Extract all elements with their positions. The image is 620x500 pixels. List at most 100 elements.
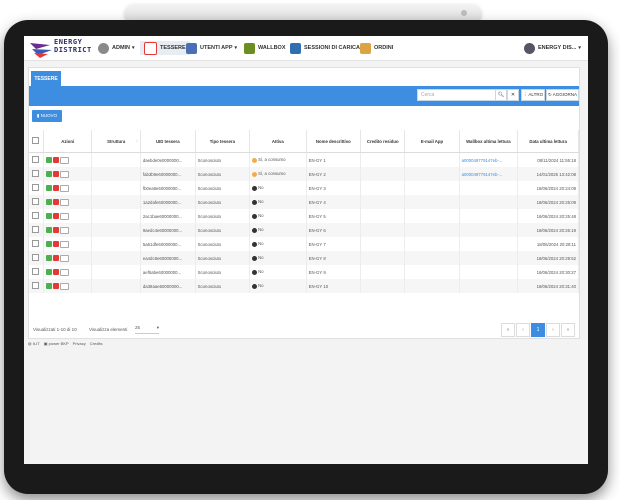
- delete-icon[interactable]: [52, 241, 59, 247]
- row-checkbox[interactable]: [32, 240, 40, 247]
- table-row[interactable]: 9aedc4e60000000... Sconosciuto No EN-GY 6 18…: [29, 223, 579, 237]
- last-page-button[interactable]: »: [561, 323, 575, 337]
- col-attiva[interactable]: Attiva: [249, 130, 307, 153]
- col-struttura[interactable]: Struttura ↓: [91, 130, 141, 153]
- more-actions-dropdown[interactable]: [59, 240, 69, 248]
- edit-icon[interactable]: [45, 255, 52, 261]
- row-checkbox[interactable]: [32, 226, 40, 233]
- delete-icon[interactable]: [52, 213, 59, 219]
- power-selector[interactable]: ▣ power BKP: [44, 341, 69, 346]
- edit-icon[interactable]: [45, 241, 52, 247]
- altro-button[interactable]: ⋮ ALTRO: [521, 89, 545, 101]
- row-checkbox[interactable]: [32, 184, 40, 191]
- row-select-cell[interactable]: [29, 265, 44, 279]
- table-row[interactable]: aef5abe60000000... Sconosciuto No EN-GY 9 18…: [29, 265, 579, 279]
- col-email[interactable]: E-mail App: [404, 130, 460, 153]
- user-menu[interactable]: ENERGY DIS... ▾: [524, 41, 581, 55]
- nav-ordini[interactable]: ORDINI: [360, 41, 393, 55]
- table-row[interactable]: ea4dc8e60000000... Sconosciuto No EN-GY 8 18…: [29, 251, 579, 265]
- row-checkbox[interactable]: [32, 156, 40, 163]
- row-select-cell[interactable]: [29, 223, 44, 237]
- per-page-select[interactable]: 25 ▾: [135, 325, 159, 334]
- delete-icon[interactable]: [52, 185, 59, 191]
- wallbox-cell[interactable]: [459, 223, 519, 237]
- nav-tessere[interactable]: TESSERE: [140, 41, 190, 55]
- nav-admin[interactable]: ADMIN ▾: [98, 41, 135, 55]
- nav-sessioni[interactable]: SESSIONI DI CARICA: [290, 41, 360, 55]
- select-all-header[interactable]: [29, 130, 44, 153]
- table-row[interactable]: 1a2dafe60000000... Sconosciuto No EN-GY 4 18…: [29, 195, 579, 209]
- table-row[interactable]: 5a61dfe60000000... Sconosciuto No EN-GY 7 18…: [29, 237, 579, 251]
- nav-utenti-app[interactable]: UTENTI APP ▾: [186, 41, 237, 55]
- aggiorna-button[interactable]: ↻ AGGIORNA: [546, 89, 579, 101]
- row-checkbox[interactable]: [32, 254, 40, 261]
- row-checkbox[interactable]: [32, 170, 40, 177]
- row-checkbox[interactable]: [32, 268, 40, 275]
- edit-icon[interactable]: [45, 213, 52, 219]
- search-input[interactable]: Cerca: [417, 89, 496, 101]
- tab-tessere[interactable]: TESSERE: [31, 71, 61, 87]
- row-select-cell[interactable]: [29, 167, 44, 181]
- wallbox-cell[interactable]: a000049779147eb-...: [459, 167, 519, 181]
- privacy-link[interactable]: Privacy: [73, 341, 86, 346]
- edit-icon[interactable]: [45, 157, 52, 163]
- edit-icon[interactable]: [45, 269, 52, 275]
- edit-icon[interactable]: [45, 283, 52, 289]
- search-button[interactable]: 🔍︎: [495, 89, 507, 101]
- more-actions-dropdown[interactable]: [59, 254, 69, 262]
- edit-icon[interactable]: [45, 227, 52, 233]
- next-page-button[interactable]: ›: [546, 323, 560, 337]
- col-nome[interactable]: Nome descrittivo: [306, 130, 362, 153]
- delete-icon[interactable]: [52, 283, 59, 289]
- table-row[interactable]: da38aae60000000... Sconosciuto No EN-GY 10 1…: [29, 279, 579, 293]
- delete-icon[interactable]: [52, 157, 59, 163]
- row-select-cell[interactable]: [29, 152, 44, 167]
- wallbox-cell[interactable]: [459, 181, 519, 195]
- wallbox-cell[interactable]: [459, 265, 519, 279]
- wallbox-cell[interactable]: [459, 279, 519, 293]
- edit-icon[interactable]: [45, 199, 52, 205]
- select-all-checkbox[interactable]: [32, 137, 40, 144]
- prev-page-button[interactable]: ‹: [516, 323, 530, 337]
- first-page-button[interactable]: «: [501, 323, 515, 337]
- delete-icon[interactable]: [52, 171, 59, 177]
- col-data[interactable]: Data ultima lettura: [517, 130, 579, 153]
- more-actions-dropdown[interactable]: [59, 282, 69, 290]
- col-uid[interactable]: UID tessera: [140, 130, 196, 153]
- wallbox-cell[interactable]: [459, 209, 519, 223]
- row-select-cell[interactable]: [29, 237, 44, 251]
- row-select-cell[interactable]: [29, 195, 44, 209]
- edit-icon[interactable]: [45, 185, 52, 191]
- wallbox-cell[interactable]: [459, 195, 519, 209]
- nuovo-button[interactable]: ▮ NUOVO: [32, 110, 62, 122]
- row-checkbox[interactable]: [32, 198, 40, 205]
- delete-icon[interactable]: [52, 255, 59, 261]
- wallbox-cell[interactable]: [459, 251, 519, 265]
- row-select-cell[interactable]: [29, 209, 44, 223]
- credits-link[interactable]: Credits: [90, 341, 103, 346]
- more-actions-dropdown[interactable]: [59, 156, 69, 164]
- table-row[interactable]: 2ac1bae60000000... Sconosciuto No EN-GY 5 18…: [29, 209, 579, 223]
- table-row[interactable]: fab3b9e60000000... Sconosciuto Sì, a consu…: [29, 167, 579, 181]
- row-select-cell[interactable]: [29, 251, 44, 265]
- delete-icon[interactable]: [52, 269, 59, 275]
- nav-wallbox[interactable]: WALLBOX: [244, 41, 286, 55]
- more-actions-dropdown[interactable]: [59, 170, 69, 178]
- sort-icon[interactable]: ↓: [136, 138, 138, 143]
- row-checkbox[interactable]: [32, 282, 40, 289]
- more-actions-dropdown[interactable]: [59, 226, 69, 234]
- row-select-cell[interactable]: [29, 181, 44, 195]
- delete-icon[interactable]: [52, 227, 59, 233]
- more-actions-dropdown[interactable]: [59, 184, 69, 192]
- row-checkbox[interactable]: [32, 212, 40, 219]
- edit-icon[interactable]: [45, 171, 52, 177]
- wallbox-cell[interactable]: a000049779147eb-...: [459, 152, 519, 167]
- col-credito[interactable]: Credito residuo: [360, 130, 406, 153]
- table-row[interactable]: daebde0e0000000... Sconosciuto Sì, a consu…: [29, 152, 579, 167]
- col-tipo[interactable]: Tipo tessera: [195, 130, 251, 153]
- more-actions-dropdown[interactable]: [59, 268, 69, 276]
- row-select-cell[interactable]: [29, 279, 44, 293]
- more-actions-dropdown[interactable]: [59, 212, 69, 220]
- table-row[interactable]: fb0ea8e60000000... Sconosciuto No EN-GY 3 18…: [29, 181, 579, 195]
- clear-search-button[interactable]: ✕: [507, 89, 519, 101]
